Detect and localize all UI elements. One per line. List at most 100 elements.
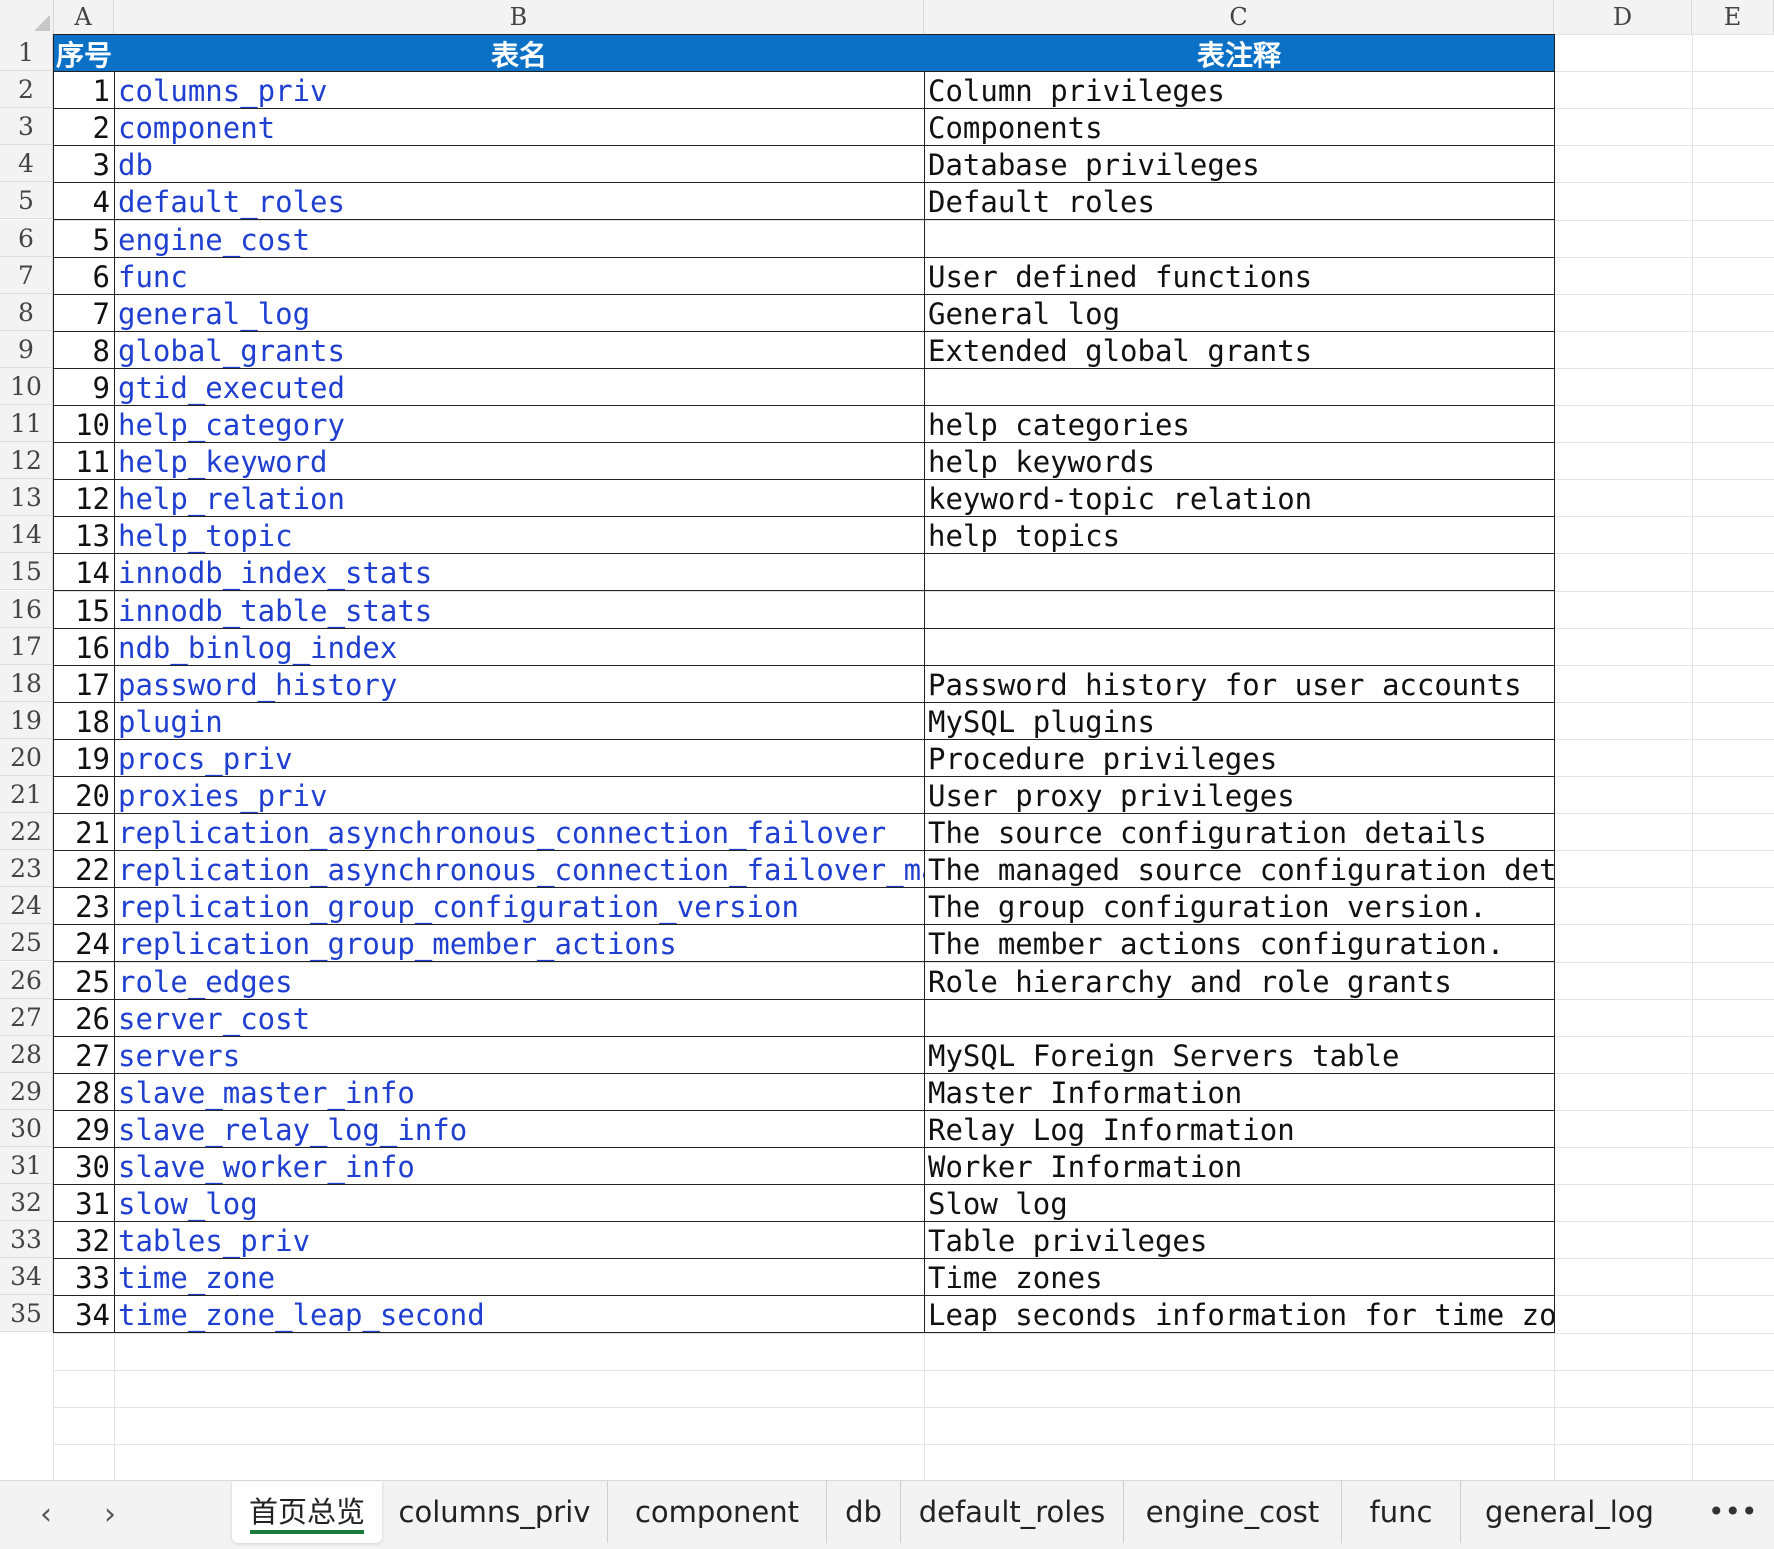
row-header[interactable]: 14 xyxy=(0,516,53,554)
table-name-link[interactable]: help_relation xyxy=(114,479,925,518)
table-name-link[interactable]: role_edges xyxy=(114,961,925,1000)
table-comment-cell[interactable]: help topics xyxy=(924,516,1555,555)
table-comment-cell[interactable]: Time zones xyxy=(924,1258,1555,1297)
row-header[interactable]: 34 xyxy=(0,1258,53,1296)
index-cell[interactable]: 1 xyxy=(53,71,115,110)
table-name-link[interactable]: proxies_priv xyxy=(114,776,925,815)
row-header[interactable]: 12 xyxy=(0,442,53,480)
index-cell[interactable]: 34 xyxy=(53,1295,115,1334)
index-cell[interactable]: 13 xyxy=(53,516,115,555)
row-header[interactable]: 23 xyxy=(0,850,53,888)
table-comment-cell[interactable]: Default roles xyxy=(924,182,1555,221)
index-cell[interactable]: 31 xyxy=(53,1184,115,1223)
table-name-link[interactable]: db xyxy=(114,145,925,184)
row-header[interactable]: 26 xyxy=(0,961,53,999)
table-comment-cell[interactable] xyxy=(924,998,1555,1037)
column-header-e[interactable]: E xyxy=(1692,0,1774,34)
row-header[interactable]: 2 xyxy=(0,71,53,109)
table-name-link[interactable]: password_history xyxy=(114,664,925,703)
index-cell[interactable]: 3 xyxy=(53,145,115,184)
table-name-link[interactable]: time_zone_leap_second xyxy=(114,1295,925,1334)
table-name-link[interactable]: engine_cost xyxy=(114,219,925,258)
table-name-link[interactable]: replication_group_member_actions xyxy=(114,924,925,963)
table-name-link[interactable]: replication_group_configuration_version xyxy=(114,887,925,926)
index-cell[interactable]: 27 xyxy=(53,1035,115,1074)
table-name-link[interactable]: columns_priv xyxy=(114,71,925,110)
header-cell-table-name[interactable]: 表名 xyxy=(114,34,925,73)
table-name-link[interactable]: func xyxy=(114,256,925,295)
spreadsheet-grid[interactable]: ABCDE 1 2 3 4 5 6 7 8 9 10 11 12 13 14 15 16 17 18 19 20 21 2… xyxy=(0,0,1774,1480)
row-header[interactable]: 8 xyxy=(0,293,53,331)
table-name-link[interactable]: innodb_index_stats xyxy=(114,553,925,592)
row-header[interactable]: 20 xyxy=(0,738,53,776)
row-header[interactable]: 24 xyxy=(0,887,53,925)
sheet-tab[interactable]: engine_cost xyxy=(1123,1481,1341,1543)
row-header[interactable]: 22 xyxy=(0,813,53,851)
table-comment-cell[interactable] xyxy=(924,367,1555,406)
index-cell[interactable]: 12 xyxy=(53,479,115,518)
column-header-a[interactable]: A xyxy=(53,0,114,34)
table-name-link[interactable]: help_category xyxy=(114,405,925,444)
table-comment-cell[interactable]: The source configuration details xyxy=(924,813,1555,852)
row-header[interactable]: 5 xyxy=(0,182,53,220)
table-comment-cell[interactable]: The member actions configuration. xyxy=(924,924,1555,963)
table-comment-cell[interactable]: Password history for user accounts xyxy=(924,664,1555,703)
sheet-tab-overview[interactable]: 首页总览 xyxy=(232,1481,382,1543)
sheet-tab[interactable]: columns_priv xyxy=(382,1481,607,1543)
sheet-tab[interactable]: component xyxy=(607,1481,826,1543)
table-comment-cell[interactable]: Worker Information xyxy=(924,1147,1555,1186)
sheet-tab[interactable]: default_roles xyxy=(900,1481,1123,1543)
index-cell[interactable]: 8 xyxy=(53,330,115,369)
table-comment-cell[interactable]: General log xyxy=(924,293,1555,332)
row-header[interactable]: 10 xyxy=(0,367,53,405)
row-header[interactable]: 27 xyxy=(0,998,53,1036)
column-header-d[interactable]: D xyxy=(1554,0,1692,34)
column-header-c[interactable]: C xyxy=(924,0,1554,34)
row-header[interactable]: 17 xyxy=(0,627,53,665)
table-name-link[interactable]: global_grants xyxy=(114,330,925,369)
table-name-link[interactable]: slave_master_info xyxy=(114,1072,925,1111)
row-header[interactable]: 29 xyxy=(0,1072,53,1110)
table-comment-cell[interactable]: MySQL Foreign Servers table xyxy=(924,1035,1555,1074)
table-name-link[interactable]: default_roles xyxy=(114,182,925,221)
table-name-link[interactable]: slow_log xyxy=(114,1184,925,1223)
table-comment-cell[interactable]: Relay Log Information xyxy=(924,1109,1555,1148)
index-cell[interactable]: 30 xyxy=(53,1147,115,1186)
table-comment-cell[interactable]: Role hierarchy and role grants xyxy=(924,961,1555,1000)
table-comment-cell[interactable]: keyword-topic relation xyxy=(924,479,1555,518)
table-comment-cell[interactable]: Extended global grants xyxy=(924,330,1555,369)
table-name-link[interactable]: servers xyxy=(114,1035,925,1074)
sheet-tab[interactable]: general_log xyxy=(1460,1481,1678,1543)
table-comment-cell[interactable]: Column privileges xyxy=(924,71,1555,110)
row-header[interactable]: 11 xyxy=(0,405,53,443)
index-cell[interactable]: 23 xyxy=(53,887,115,926)
index-cell[interactable]: 14 xyxy=(53,553,115,592)
table-comment-cell[interactable] xyxy=(924,590,1555,629)
table-name-link[interactable]: replication_asynchronous_connection_fail… xyxy=(114,813,925,852)
row-header[interactable]: 25 xyxy=(0,924,53,962)
table-comment-cell[interactable]: help keywords xyxy=(924,442,1555,481)
index-cell[interactable]: 10 xyxy=(53,405,115,444)
table-name-link[interactable]: tables_priv xyxy=(114,1221,925,1260)
sheet-tab[interactable]: func xyxy=(1341,1481,1460,1543)
table-name-link[interactable]: gtid_executed xyxy=(114,367,925,406)
chevron-left-icon[interactable]: ‹ xyxy=(28,1495,64,1535)
index-cell[interactable]: 24 xyxy=(53,924,115,963)
row-header[interactable]: 35 xyxy=(0,1295,53,1333)
table-comment-cell[interactable]: Database privileges xyxy=(924,145,1555,184)
chevron-right-icon[interactable]: › xyxy=(92,1495,128,1535)
table-name-link[interactable]: component xyxy=(114,108,925,147)
select-all-corner[interactable] xyxy=(0,0,54,34)
table-comment-cell[interactable]: User proxy privileges xyxy=(924,776,1555,815)
table-name-link[interactable]: help_topic xyxy=(114,516,925,555)
index-cell[interactable]: 2 xyxy=(53,108,115,147)
table-comment-cell[interactable]: Slow log xyxy=(924,1184,1555,1223)
index-cell[interactable]: 28 xyxy=(53,1072,115,1111)
table-name-link[interactable]: plugin xyxy=(114,701,925,740)
sheet-tab[interactable]: db xyxy=(826,1481,900,1543)
index-cell[interactable]: 4 xyxy=(53,182,115,221)
table-comment-cell[interactable] xyxy=(924,627,1555,666)
more-icon[interactable]: ••• xyxy=(1708,1495,1758,1528)
row-header[interactable]: 1 xyxy=(0,34,53,72)
table-comment-cell[interactable]: The managed source configuration details xyxy=(924,850,1555,889)
